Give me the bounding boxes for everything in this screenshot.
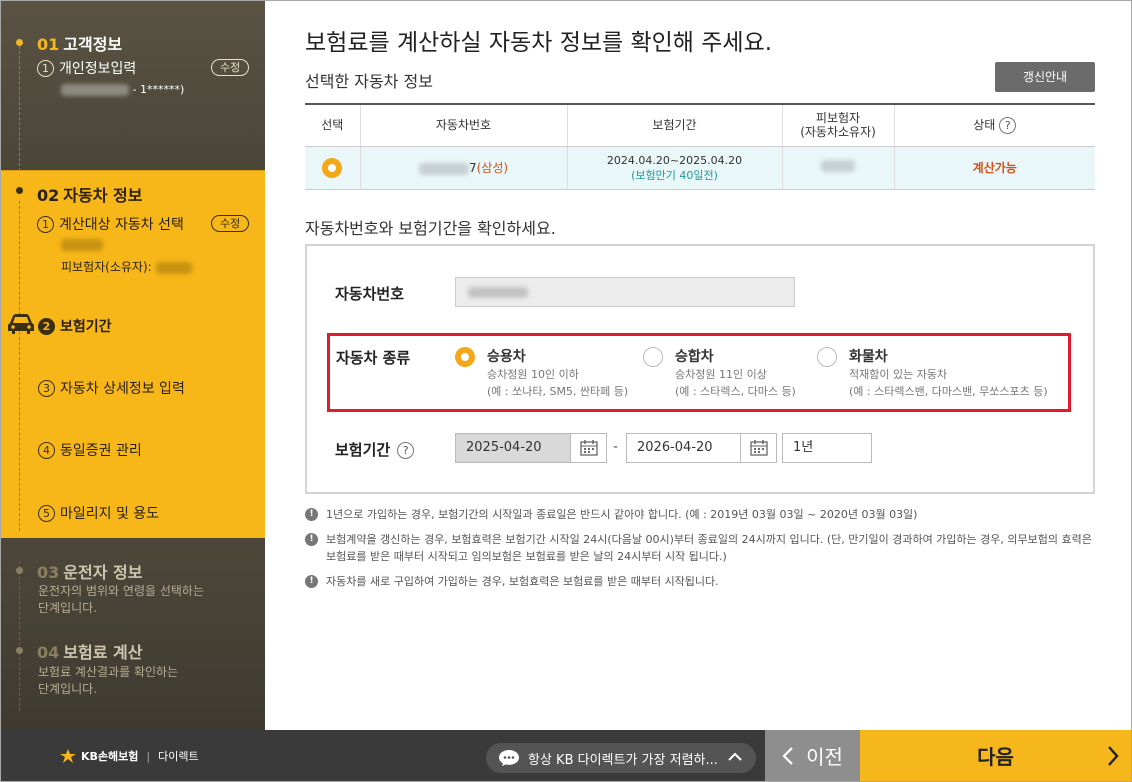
help-icon[interactable]: ? <box>999 116 1017 134</box>
progress-line <box>19 41 20 171</box>
masked-text <box>821 160 855 172</box>
sub-item-personal-info[interactable]: 1 개인정보입력 <box>37 58 136 78</box>
step-dot <box>16 39 23 46</box>
exclamation-icon: ! <box>305 533 318 546</box>
selected-car-table: 선택 자동차번호 보험기간 피보험자 (자동차소유자) 상태? 7(삼성) 202… <box>305 103 1095 190</box>
end-date-input[interactable]: 2026-04-20 <box>626 433 777 463</box>
table-row[interactable]: 7(삼성) 2024.04.20~2025.04.20 (보험만기 40일전) … <box>305 146 1095 190</box>
sub-item-mileage[interactable]: 5 마일리지 및 용도 <box>38 503 159 523</box>
insured-person: 피보험자(소유자): <box>61 258 192 275</box>
prev-button[interactable]: 이전 <box>765 730 860 781</box>
col-header-status: 상태? <box>893 103 1095 147</box>
select-cell <box>305 146 360 190</box>
car-type-label: 자동차 종류 <box>336 349 411 367</box>
car-type-radio[interactable] <box>817 347 837 367</box>
masked-text <box>61 239 103 251</box>
selected-car-title: 선택한 자동차 정보 <box>305 72 433 91</box>
step-dot <box>16 647 23 654</box>
confirm-section-title: 자동차번호와 보험기간을 확인하세요. <box>305 219 556 238</box>
car-icon <box>7 313 35 339</box>
masked-resident-number: - 1******) <box>61 83 184 96</box>
start-date-input[interactable]: 2025-04-20 <box>455 433 607 463</box>
chat-banner[interactable]: 항상 KB 다이렉트가 가장 저렴하... <box>486 743 756 773</box>
car-no-cell: 7(삼성) <box>359 146 567 190</box>
step-1-title: 01 고객정보 <box>37 35 123 54</box>
car-type-radio[interactable] <box>455 347 475 367</box>
exclamation-icon: ! <box>305 575 318 588</box>
page-title: 보험료를 계산하실 자동차 정보를 확인해 주세요. <box>305 30 773 56</box>
step-dot <box>16 187 23 194</box>
masked-text <box>61 84 129 96</box>
step-dot <box>16 567 23 574</box>
period-cell: 2024.04.20~2025.04.20 (보험만기 40일전) <box>566 146 782 190</box>
masked-text <box>468 287 528 298</box>
chevron-left-icon <box>782 746 793 765</box>
chat-bubble-icon <box>499 750 519 766</box>
progress-sidebar: 01 고객정보 1 개인정보입력 수정 - 1******) 02 자동차 정보 1계… <box>1 1 265 730</box>
edit-button[interactable]: 수정 <box>211 215 250 232</box>
status-cell: 계산가능 <box>893 146 1095 190</box>
option-van[interactable]: 승합차 승차정원 11인 이상 (예 : 스타렉스, 다마스 등) <box>643 346 796 400</box>
calendar-icon[interactable] <box>740 434 776 462</box>
car-no-field[interactable] <box>455 277 795 307</box>
step-2-title: 02 자동차 정보 <box>37 186 143 205</box>
chevron-right-icon <box>1108 746 1119 766</box>
sub-item-car-details[interactable]: 3 자동차 상세정보 입력 <box>38 378 185 398</box>
step-3-description: 운전자의 범위와 연령을 선택하는 단계입니다. <box>38 584 205 615</box>
edit-button[interactable]: 수정 <box>211 59 250 76</box>
table-header-row: 선택 자동차번호 보험기간 피보험자 (자동차소유자) 상태? <box>305 103 1095 147</box>
option-truck[interactable]: 화물차 적재함이 있는 자동차 (예 : 스타렉스밴, 다마스밴, 무쏘스포츠 … <box>817 346 1048 400</box>
step-3-title: 03 운전자 정보 <box>37 563 143 582</box>
option-passenger-car[interactable]: 승용차 승차정원 10인 이하 (예 : 쏘나타, SM5, 싼타페 등) <box>455 346 628 400</box>
kb-logo: KB손해보험 | 다이렉트 <box>59 748 199 764</box>
main-content: 보험료를 계산하실 자동차 정보를 확인해 주세요. 선택한 자동차 정보 갱신… <box>265 1 1131 730</box>
footer-bar: KB손해보험 | 다이렉트 항상 KB 다이렉트가 가장 저렴하... 이전 다… <box>1 730 1131 781</box>
notice-list: ! 1년으로 가입하는 경우, 보험기간의 시작일과 종료일은 반드시 같아야 합… <box>305 506 1105 598</box>
date-separator: - <box>613 439 619 455</box>
step-4-description: 보험료 계산결과를 확인하는 단계입니다. <box>38 665 179 696</box>
next-button[interactable]: 다음 <box>860 730 1131 781</box>
period-label: 보험기간? <box>335 439 415 460</box>
col-header-select: 선택 <box>305 103 360 147</box>
car-confirm-form: 자동차번호 자동차 종류 승용차 승차정원 10인 이하 (예 : 쏘나타, S… <box>305 244 1095 494</box>
insured-cell <box>781 146 894 190</box>
renewal-info-button[interactable]: 갱신안내 <box>995 62 1095 92</box>
chevron-up-icon[interactable] <box>728 751 742 766</box>
progress-line <box>19 561 20 711</box>
calendar-icon[interactable] <box>570 434 606 462</box>
sub-item-select-car[interactable]: 1 계산대상 자동차 선택 <box>37 214 184 234</box>
progress-line <box>19 201 20 531</box>
masked-text <box>155 261 192 274</box>
sub-item-insurance-period[interactable]: 2 보험기간 <box>38 316 112 336</box>
col-header-car-no: 자동차번호 <box>359 103 567 147</box>
car-no-label: 자동차번호 <box>335 285 405 303</box>
duration-field[interactable]: 1년 <box>782 433 872 463</box>
masked-text <box>418 162 469 175</box>
notice-item: ! 1년으로 가입하는 경우, 보험기간의 시작일과 종료일은 반드시 같아야 합… <box>305 506 1105 523</box>
notice-item: ! 보험계약을 갱신하는 경우, 보험효력은 보험기간 시작일 24시(다음날 0… <box>305 531 1105 565</box>
kb-star-icon <box>60 749 76 763</box>
car-type-radio[interactable] <box>643 347 663 367</box>
col-header-period: 보험기간 <box>566 103 782 147</box>
notice-item: ! 자동차를 새로 구입하여 가입하는 경우, 보험효력은 보험료를 받은 때부터… <box>305 573 1105 590</box>
step-4-title: 04 보험료 계산 <box>37 643 143 662</box>
exclamation-icon: ! <box>305 508 318 521</box>
col-header-insured: 피보험자 (자동차소유자) <box>781 103 894 147</box>
car-select-radio[interactable] <box>322 157 343 178</box>
help-icon[interactable]: ? <box>397 442 415 459</box>
sub-item-same-policy[interactable]: 4 동일증권 관리 <box>38 440 142 460</box>
car-type-highlight: 자동차 종류 승용차 승차정원 10인 이하 (예 : 쏘나타, SM5, 싼타… <box>327 333 1071 412</box>
